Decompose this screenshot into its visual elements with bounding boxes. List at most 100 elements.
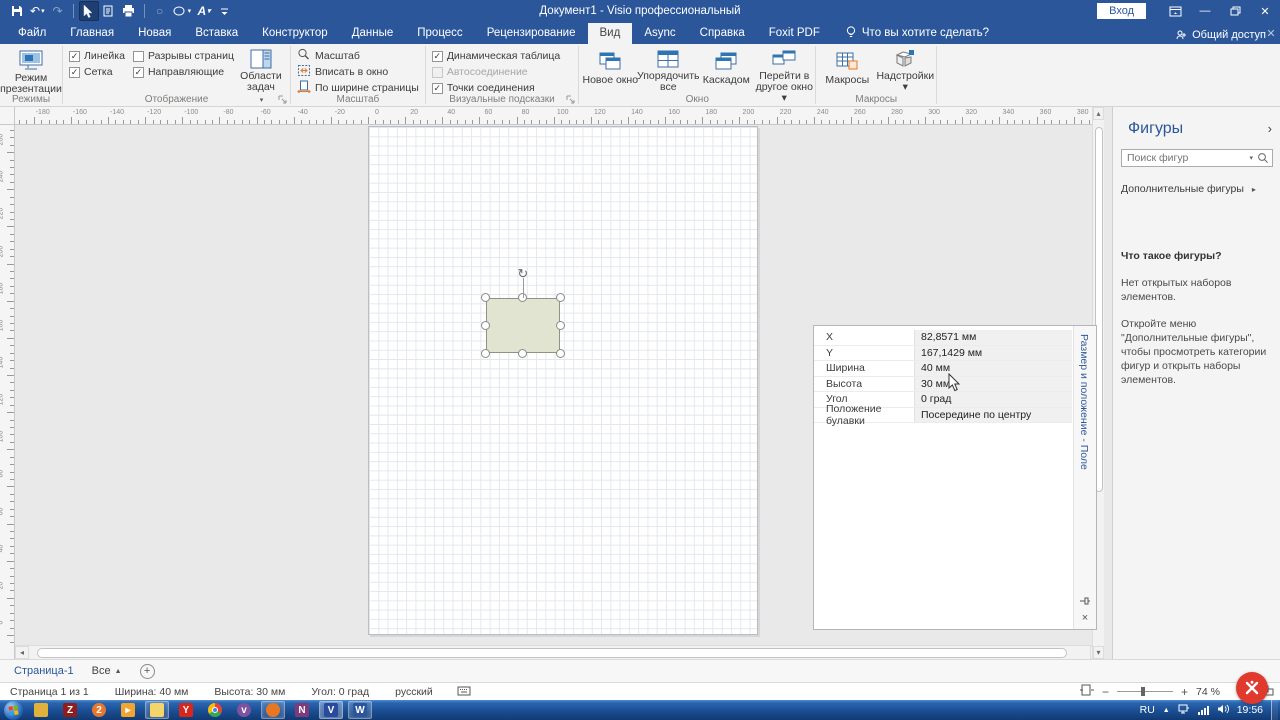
fit-page-icon[interactable] [1080,684,1094,699]
preview-icon[interactable] [100,2,118,20]
shape-search-input[interactable] [1122,152,1245,164]
visio-icon[interactable]: V [319,701,343,719]
search-dropdown-icon[interactable]: ▾ [1245,154,1257,162]
tab-Foxit PDF[interactable]: Foxit PDF [757,23,832,44]
position-value[interactable]: 0 град [914,392,1072,407]
position-value[interactable]: 30 мм [914,377,1072,392]
zoom-in-button[interactable]: + [1181,685,1188,699]
viber-icon[interactable]: v [232,701,256,719]
keyboard-icon[interactable] [457,685,471,699]
tell-me-search[interactable]: Что вы хотите сделать? [832,26,999,44]
share-button[interactable]: Общий доступ [1176,29,1266,41]
print-icon[interactable] [120,2,138,20]
onenote-icon[interactable]: N [290,701,314,719]
button-По ширине страницы[interactable]: По ширине страницы [297,81,419,94]
zoom-slider-thumb[interactable] [1141,687,1145,696]
button-Масштаб[interactable]: Масштаб [297,49,419,62]
ellipse-caret-icon[interactable]: ▾ [188,7,192,15]
language-indicator[interactable]: RU [1140,704,1155,716]
status-item[interactable]: Страница 1 из 1 [10,686,89,698]
button-Упорядочить все[interactable]: Упорядочить все [639,46,697,92]
button-Новое окно[interactable]: Новое окно [581,46,639,92]
pointer-tool-icon[interactable] [80,2,98,20]
position-value[interactable]: 40 мм [914,361,1072,376]
page-tab-Страница-1[interactable]: Страница-1 [14,665,74,677]
scroll-up-icon[interactable]: ▴ [1093,107,1104,120]
tab-Рецензирование[interactable]: Рецензирование [475,23,588,44]
sign-in-button[interactable]: Вход [1097,3,1146,19]
tab-Данные[interactable]: Данные [340,23,406,44]
status-item[interactable]: русский [395,686,433,698]
text-caret-icon[interactable]: ▾ [207,7,211,15]
network-icon[interactable] [1178,704,1190,717]
checkbox-Разрывы страниц[interactable]: Разрывы страниц [133,50,234,62]
search-icon[interactable] [1257,152,1269,164]
scroll-left-icon[interactable]: ◂ [15,646,29,659]
tab-Конструктор[interactable]: Конструктор [250,23,340,44]
undo-caret-icon[interactable]: ▾ [41,7,45,15]
button-Макросы[interactable]: Макросы [818,46,876,92]
task-panes-button[interactable]: Области задач ▾ [238,46,284,92]
save-icon[interactable] [8,2,26,20]
close-button[interactable]: ✕ [1250,0,1280,22]
restore-button[interactable] [1220,0,1250,22]
selected-shape[interactable] [486,298,560,354]
tray-expand-icon[interactable]: ▲ [1163,707,1170,714]
explorer-icon[interactable] [145,701,169,719]
tab-Вставка[interactable]: Вставка [183,23,250,44]
dialog-launcher-icon[interactable] [565,94,576,105]
horizontal-scrollbar[interactable]: ◂ ▸ [15,645,1104,659]
chrome-icon[interactable] [203,701,227,719]
tab-Async[interactable]: Async [632,23,687,44]
expand-panel-icon[interactable]: › [1268,121,1272,136]
ellipse-tool-icon[interactable]: ▾ [171,2,194,20]
z-app-icon[interactable]: Z [58,701,82,719]
clock[interactable]: 19:56 [1237,704,1263,716]
volume-icon[interactable] [1217,704,1229,717]
scroll-down-icon[interactable]: ▾ [1093,646,1104,659]
show-desktop-button[interactable] [1271,700,1278,720]
button-Перейти в другое окно[interactable]: Перейти в другое окно ▾ [755,46,813,92]
selection-handle[interactable] [556,321,565,330]
selection-handle[interactable] [556,293,565,302]
button-Каскадом[interactable]: Каскадом [697,46,755,92]
text-tool-icon[interactable]: A▾ [195,2,213,20]
button-Вписать в окно[interactable]: Вписать в окно [297,65,419,78]
zoom-slider[interactable] [1117,691,1173,692]
rotation-handle-icon[interactable]: ↻ [515,267,530,282]
selection-handle[interactable] [481,349,490,358]
selection-handle[interactable] [518,349,527,358]
minimize-button[interactable]: — [1190,0,1220,22]
undo-icon[interactable]: ↶▾ [28,2,47,20]
zoom-percent[interactable]: 74 % [1196,686,1226,698]
panel-close-icon[interactable]: × [1079,612,1091,624]
checkbox-Линейка[interactable]: ✓Линейка [69,50,125,62]
checkbox-Динамическая таблица[interactable]: ✓Динамическая таблица [432,50,560,62]
panel-close-icon[interactable]: ✕ [1264,27,1278,40]
autohide-pin-icon[interactable] [1079,595,1091,607]
tab-Справка[interactable]: Справка [688,23,757,44]
status-item[interactable]: Угол: 0 град [311,686,369,698]
tab-Новая[interactable]: Новая [126,23,183,44]
ribbon-display-options-icon[interactable] [1160,0,1190,22]
media-app-icon[interactable]: ▸ [116,701,140,719]
badge-2-app-icon[interactable]: 2 [87,701,111,719]
drawing-page[interactable]: ↻ [368,126,758,635]
orange-app-icon[interactable] [261,701,285,719]
checkbox-Точки соединения[interactable]: ✓Точки соединения [432,82,560,94]
checkbox-Сетка[interactable]: ✓Сетка [69,66,125,78]
signal-icon[interactable] [1198,706,1209,715]
qat-customize-icon[interactable] [215,2,233,20]
position-value[interactable]: Посередине по центру [914,408,1072,423]
tab-Файл[interactable]: Файл [6,23,58,44]
button-Надстройки[interactable]: Надстройки ▾ [876,46,934,92]
screen-recorder-badge[interactable] [1236,672,1268,704]
horizontal-scroll-thumb[interactable] [37,648,1067,658]
checkbox-Автосоединение[interactable]: Автосоединение [432,66,560,78]
more-shapes-link[interactable]: Дополнительные фигуры ▸ [1121,183,1256,195]
word-icon[interactable]: W [348,701,372,719]
position-value[interactable]: 82,8571 мм [914,330,1072,345]
zoom-out-button[interactable]: − [1102,685,1109,699]
start-button[interactable] [4,701,23,720]
yandex-icon[interactable]: Y [174,701,198,719]
